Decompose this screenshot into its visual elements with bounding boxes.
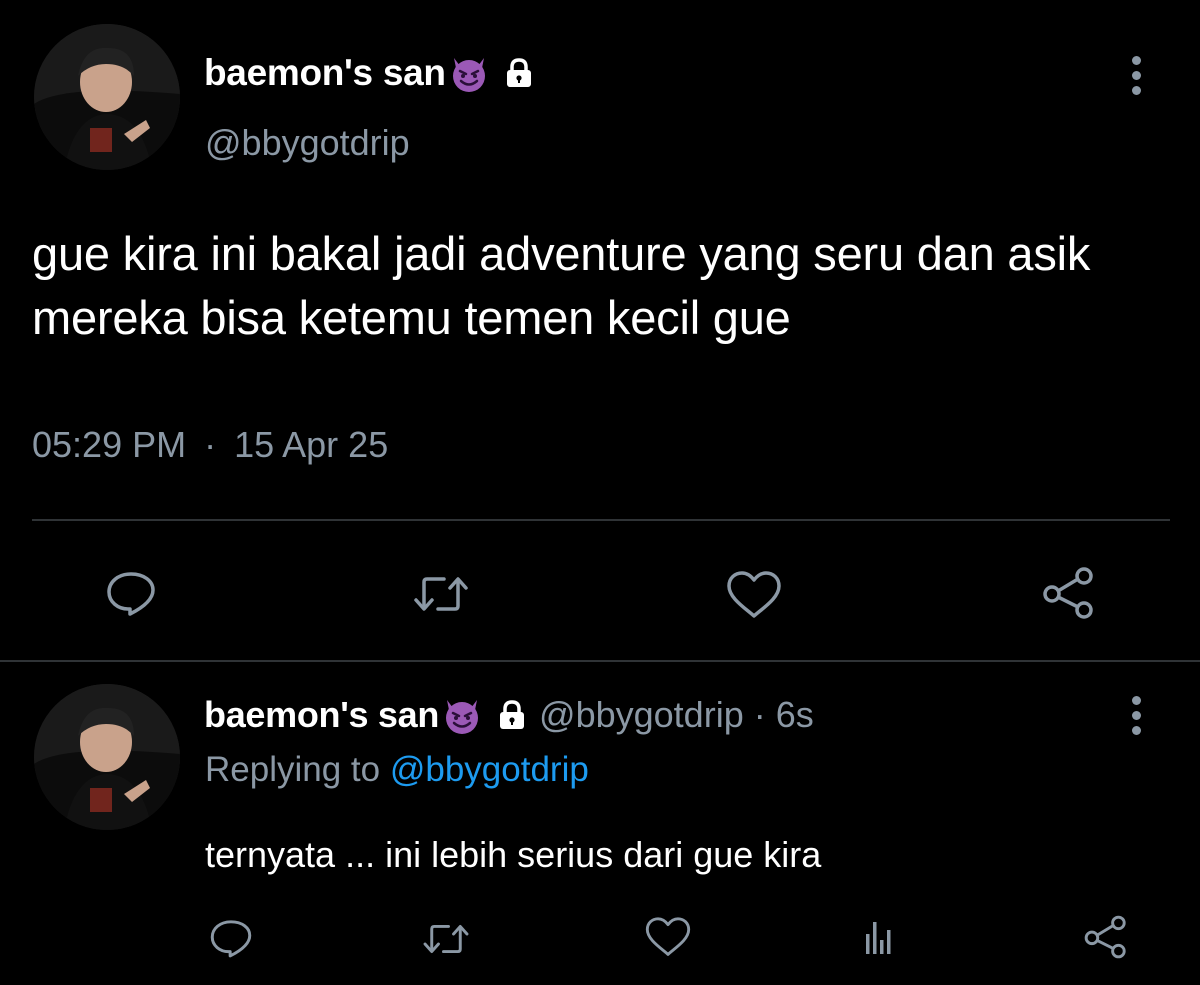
divider — [32, 519, 1170, 521]
like-icon[interactable] — [644, 916, 692, 958]
share-icon[interactable] — [1082, 914, 1130, 960]
replying-to: Replying to @bbygotdrip — [205, 750, 589, 790]
tweet-text: gue kira ini bakal jadi adventure yang s… — [32, 227, 1091, 344]
like-icon[interactable] — [725, 570, 783, 620]
tweet-timestamp[interactable]: 05:29 PM · 15 Apr 25 — [32, 424, 388, 466]
reply-text: ternyata ... ini lebih serius dari gue k… — [205, 834, 822, 875]
user-handle[interactable]: @bbygotdrip — [205, 122, 410, 164]
display-name[interactable]: baemon's san — [204, 52, 536, 94]
more-vertical-icon[interactable] — [1130, 56, 1142, 101]
lock-icon — [502, 56, 536, 90]
analytics-icon[interactable] — [864, 918, 894, 956]
tweet-date: 15 Apr 25 — [234, 424, 389, 465]
smiling-face-with-horns-icon — [441, 694, 483, 736]
meta-separator: · — [204, 424, 217, 465]
replying-prefix: Replying to — [205, 750, 390, 789]
more-vertical-icon[interactable] — [1130, 696, 1142, 741]
section-divider — [0, 660, 1200, 662]
share-icon[interactable] — [1040, 566, 1098, 620]
reply-handle-time: @bbygotdrip · 6s — [539, 694, 814, 735]
tweet-time: 05:29 PM — [32, 424, 187, 465]
lock-icon — [495, 698, 529, 732]
reply-icon[interactable] — [104, 570, 158, 616]
avatar-photo — [34, 684, 180, 830]
replying-mention-link[interactable]: @bbygotdrip — [390, 750, 589, 789]
reply-avatar[interactable] — [34, 684, 180, 830]
avatar[interactable] — [34, 24, 180, 170]
reply-display-name: baemon's san — [204, 694, 529, 736]
avatar-photo — [34, 24, 180, 170]
reply-icon[interactable] — [208, 918, 254, 958]
retweet-icon[interactable] — [410, 574, 472, 614]
display-name-text: baemon's san — [204, 52, 446, 93]
smiling-face-with-horns-icon — [448, 52, 490, 94]
display-name-text: baemon's san — [204, 694, 440, 735]
retweet-icon[interactable] — [420, 922, 472, 956]
reply-header[interactable]: baemon's san @bbygotdrip · 6s — [204, 694, 814, 736]
